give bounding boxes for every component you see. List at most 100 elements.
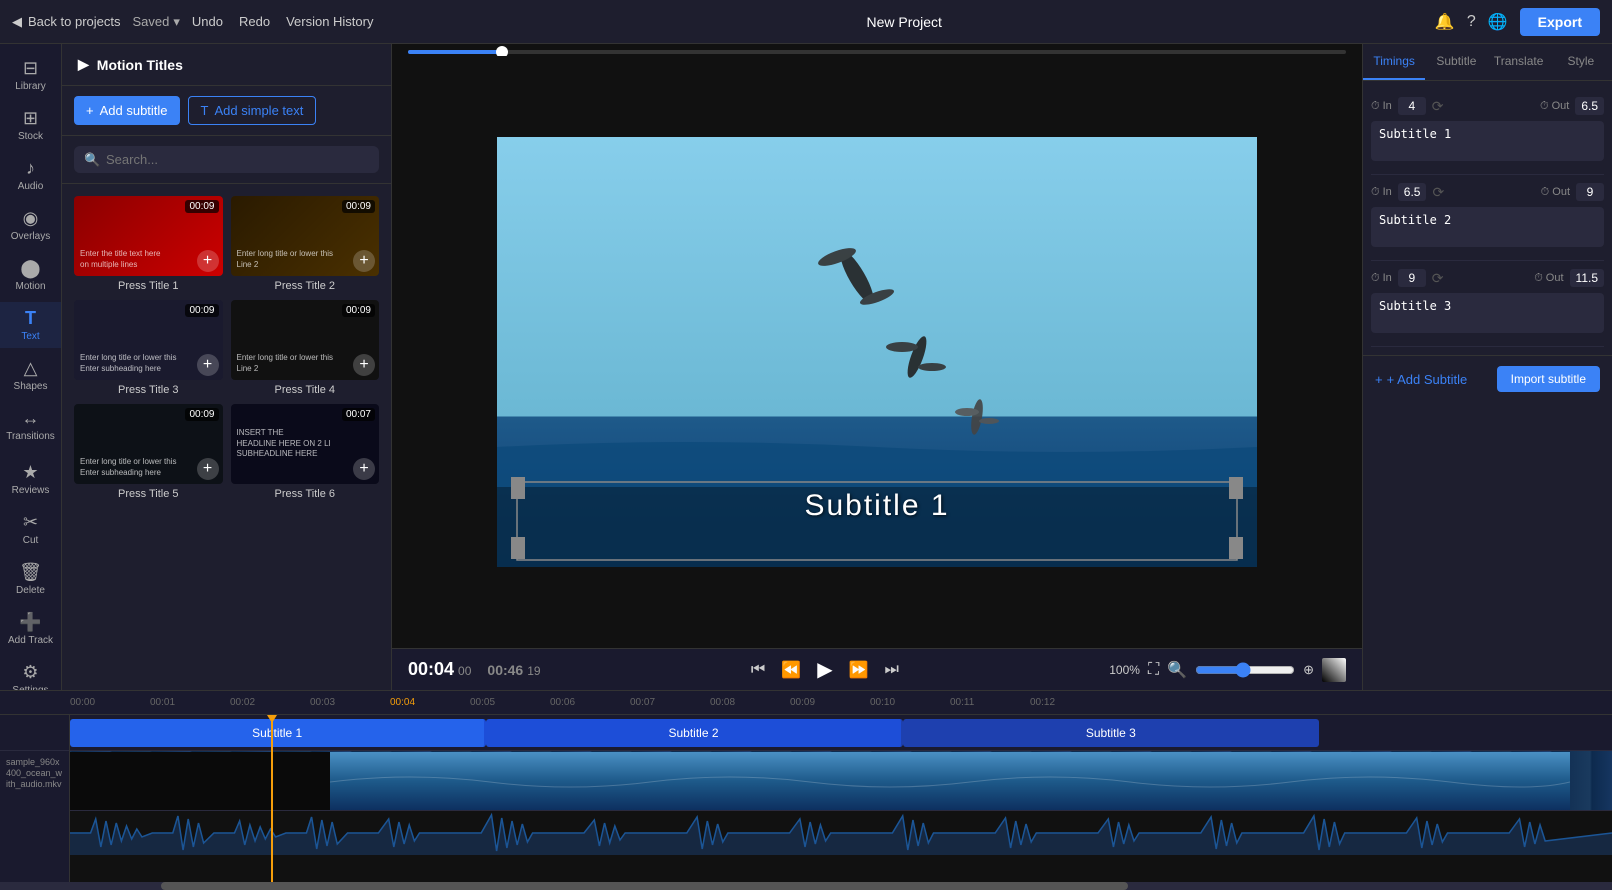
sidebar-label-reviews: Reviews bbox=[12, 485, 50, 496]
add-subtitle-button[interactable]: + Add subtitle bbox=[74, 96, 180, 125]
sidebar-item-shapes[interactable]: △ Shapes bbox=[0, 352, 61, 398]
template-label-6: Press Title 6 bbox=[231, 488, 380, 500]
template-add-button-5[interactable]: + bbox=[197, 458, 219, 480]
audio-track-label bbox=[0, 811, 69, 855]
template-press-title-1[interactable]: Enter the title text hereon multiple lin… bbox=[74, 196, 223, 292]
sidebar-item-settings[interactable]: ⚙ Settings bbox=[0, 656, 61, 690]
add-subtitle-row: + + Add Subtitle Import subtitle bbox=[1363, 355, 1612, 402]
template-press-title-4[interactable]: Enter long title or lower thisLine 2 00:… bbox=[231, 300, 380, 396]
subtitle-block-1[interactable]: Subtitle 1 bbox=[70, 719, 486, 747]
template-press-title-6[interactable]: INSERT THEHEADLINE HERE ON 2 LISUBHEADLI… bbox=[231, 404, 380, 500]
stock-icon: ⊞ bbox=[23, 108, 38, 129]
zoom-out-icon[interactable]: 🔍 bbox=[1167, 660, 1187, 680]
in-text-3: In bbox=[1383, 272, 1392, 284]
version-history-button[interactable]: Version History bbox=[286, 14, 373, 29]
in-value-3[interactable]: 9 bbox=[1398, 269, 1426, 287]
sidebar-label-transitions: Transitions bbox=[6, 431, 55, 442]
thumb-text-4: Enter long title or lower thisLine 2 bbox=[237, 353, 334, 374]
sync-icon-2[interactable]: ⟳ bbox=[1432, 184, 1444, 201]
template-add-button-1[interactable]: + bbox=[197, 250, 219, 272]
playhead[interactable] bbox=[271, 715, 273, 882]
help-icon[interactable]: ? bbox=[1467, 13, 1476, 31]
timeline-scroll-thumb[interactable] bbox=[161, 882, 1128, 890]
sidebar-item-stock[interactable]: ⊞ Stock bbox=[0, 102, 61, 148]
undo-button[interactable]: Undo bbox=[192, 14, 223, 29]
tab-subtitle[interactable]: Subtitle bbox=[1425, 44, 1487, 80]
subtitle-text-3[interactable]: Subtitle 3 bbox=[1371, 293, 1604, 333]
play-button[interactable]: ▶ bbox=[817, 657, 832, 682]
sync-icon-3[interactable]: ⟳ bbox=[1432, 270, 1444, 287]
sidebar-item-audio[interactable]: ♪ Audio bbox=[0, 152, 61, 198]
template-label-4: Press Title 4 bbox=[231, 384, 380, 396]
ruler-mark-0: 00:00 bbox=[70, 697, 95, 708]
timeline-scrollbar[interactable] bbox=[0, 882, 1612, 890]
template-thumb-3: Enter long title or lower thisEnter subh… bbox=[74, 300, 223, 380]
skip-end-button[interactable]: ⏭ bbox=[885, 661, 899, 679]
sidebar-item-reviews[interactable]: ★ Reviews bbox=[0, 456, 61, 502]
template-add-button-2[interactable]: + bbox=[353, 250, 375, 272]
subtitle-entry-3: ⏱ In 9 ⟳ ⏱ Out 11.5 Subtitle 3 bbox=[1371, 261, 1604, 347]
sidebar-item-cut[interactable]: ✂ Cut bbox=[0, 506, 61, 552]
video-frames-svg bbox=[70, 752, 1570, 810]
redo-button[interactable]: Redo bbox=[239, 14, 270, 29]
globe-icon[interactable]: 🌐 bbox=[1488, 12, 1508, 32]
in-value-2[interactable]: 6.5 bbox=[1398, 183, 1427, 201]
video-frames bbox=[70, 751, 1612, 810]
search-input[interactable] bbox=[74, 146, 379, 173]
template-label-2: Press Title 2 bbox=[231, 280, 380, 292]
tab-style[interactable]: Style bbox=[1550, 44, 1612, 80]
rewind-button[interactable]: ⏪ bbox=[781, 660, 801, 680]
zoom-in-icon[interactable]: ⊕ bbox=[1303, 662, 1314, 678]
sidebar-item-library[interactable]: ⊟ Library bbox=[0, 52, 61, 98]
panel-actions: + Add subtitle T Add simple text bbox=[62, 86, 391, 136]
out-label-3: ⏱ Out bbox=[1534, 272, 1563, 285]
out-value-3[interactable]: 11.5 bbox=[1570, 269, 1604, 287]
sidebar-item-add-track[interactable]: ➕ Add Track bbox=[0, 606, 61, 652]
in-text-1: In bbox=[1383, 100, 1392, 112]
video-area: Subtitle 1 00:04 00 00:46 19 ⏮ ⏪ ▶ ⏩ ⏭ 1… bbox=[392, 44, 1362, 690]
skip-start-button[interactable]: ⏮ bbox=[751, 661, 765, 679]
out-value-1[interactable]: 6.5 bbox=[1575, 97, 1604, 115]
template-add-button-4[interactable]: + bbox=[353, 354, 375, 376]
project-title: New Project bbox=[389, 14, 1418, 30]
progress-bar[interactable] bbox=[408, 50, 1346, 54]
subtitle-entry-1: ⏱ In 4 ⟳ ⏱ Out 6.5 Subtitle 1 bbox=[1371, 89, 1604, 175]
template-add-button-6[interactable]: + bbox=[353, 458, 375, 480]
template-press-title-5[interactable]: Enter long title or lower thisEnter subh… bbox=[74, 404, 223, 500]
template-press-title-2[interactable]: Enter long title or lower thisLine 2 00:… bbox=[231, 196, 380, 292]
saved-label: Saved bbox=[133, 14, 170, 29]
template-press-title-3[interactable]: Enter long title or lower thisEnter subh… bbox=[74, 300, 223, 396]
subtitle-block-3[interactable]: Subtitle 3 bbox=[903, 719, 1319, 747]
import-subtitle-btn[interactable]: Import subtitle bbox=[1497, 366, 1600, 392]
sidebar-label-cut: Cut bbox=[23, 535, 39, 546]
export-button[interactable]: Export bbox=[1520, 8, 1600, 36]
in-value-1[interactable]: 4 bbox=[1398, 97, 1426, 115]
subtitle-text-2[interactable]: Subtitle 2 bbox=[1371, 207, 1604, 247]
sidebar-item-transitions[interactable]: ↔ Transitions bbox=[0, 402, 61, 448]
add-text-icon: T bbox=[201, 103, 209, 118]
add-subtitle-btn[interactable]: + + Add Subtitle bbox=[1375, 372, 1467, 387]
fullscreen-button[interactable]: ⛶ bbox=[1148, 661, 1159, 679]
tab-translate[interactable]: Translate bbox=[1488, 44, 1550, 80]
sidebar-label-delete: Delete bbox=[16, 585, 45, 596]
zoom-slider[interactable] bbox=[1195, 662, 1295, 678]
subtitle-block-2[interactable]: Subtitle 2 bbox=[486, 719, 902, 747]
subtitle-text-1[interactable]: Subtitle 1 bbox=[1371, 121, 1604, 161]
saved-dropdown-icon[interactable]: ▾ bbox=[173, 14, 180, 30]
sidebar-item-motion[interactable]: ⬤ Motion bbox=[0, 252, 61, 298]
progress-bar-container[interactable] bbox=[392, 44, 1362, 56]
add-subtitle-label: Add subtitle bbox=[100, 103, 168, 118]
template-add-button-3[interactable]: + bbox=[197, 354, 219, 376]
notifications-icon[interactable]: 🔔 bbox=[1435, 12, 1455, 32]
out-value-2[interactable]: 9 bbox=[1576, 183, 1604, 201]
sidebar-item-text[interactable]: T Text bbox=[0, 302, 61, 348]
topbar-actions: Undo Redo Version History bbox=[192, 14, 374, 29]
sidebar-item-overlays[interactable]: ◉ Overlays bbox=[0, 202, 61, 248]
audio-icon: ♪ bbox=[26, 158, 35, 179]
back-button[interactable]: ◀ Back to projects bbox=[12, 14, 121, 30]
tab-timings[interactable]: Timings bbox=[1363, 44, 1425, 80]
sidebar-item-delete[interactable]: 🗑 Delete bbox=[0, 556, 61, 602]
fast-forward-button[interactable]: ⏩ bbox=[849, 660, 869, 680]
sync-icon-1[interactable]: ⟳ bbox=[1432, 98, 1444, 115]
add-simple-text-button[interactable]: T Add simple text bbox=[188, 96, 317, 125]
